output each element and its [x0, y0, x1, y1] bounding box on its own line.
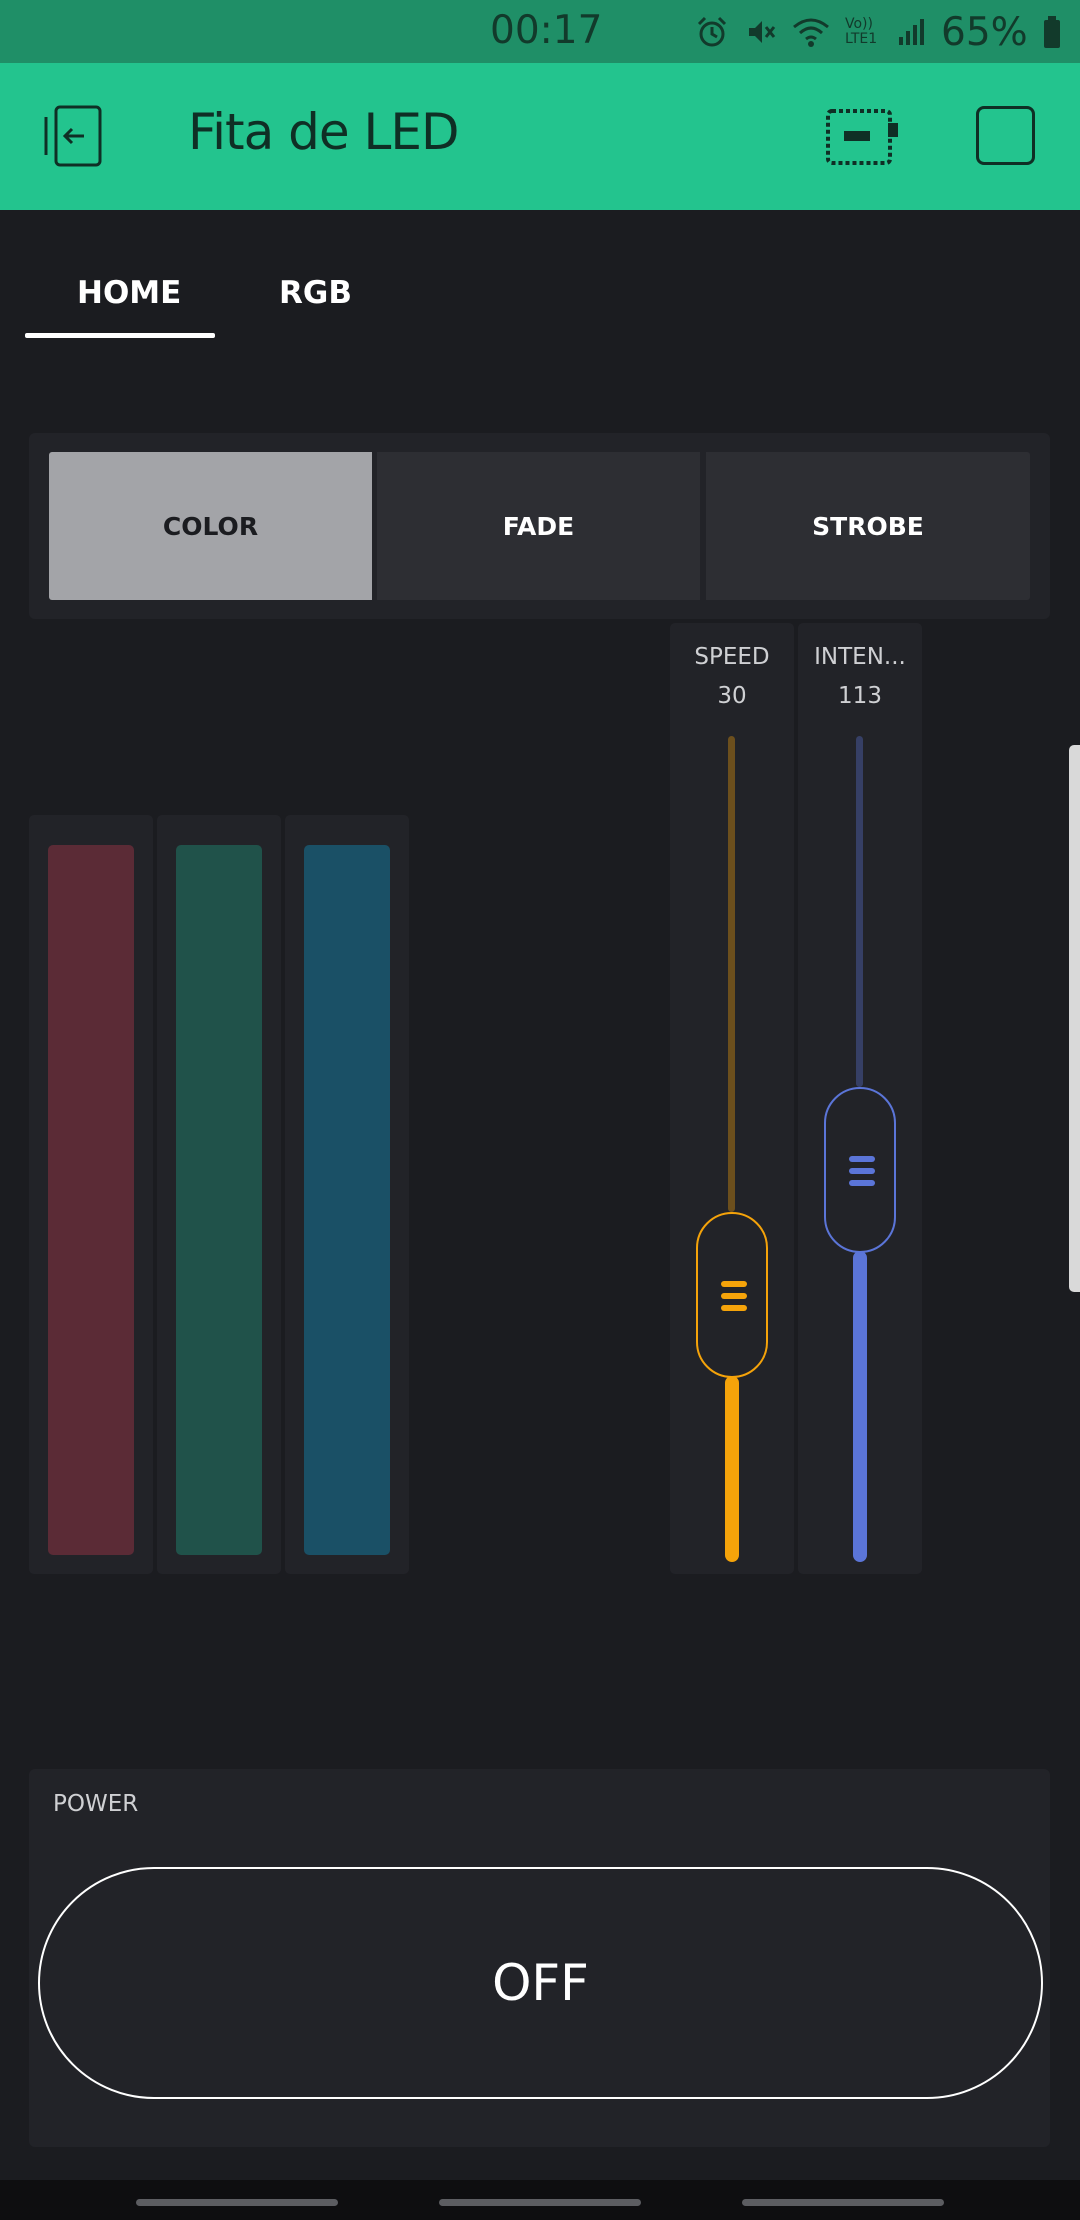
square-icon[interactable] — [976, 106, 1035, 165]
intensity-slider-fill — [853, 1250, 867, 1562]
network-label: Vo)) LTE1 — [845, 16, 878, 47]
mute-icon — [749, 21, 776, 43]
grip-line — [721, 1280, 747, 1287]
scrollbar[interactable] — [1069, 745, 1080, 1292]
nav-back-button[interactable] — [742, 2199, 944, 2206]
blue-bar-panel — [285, 815, 409, 1574]
back-exit-icon[interactable] — [40, 103, 106, 169]
status-bar: 00:17 Vo)) LTE1 65% — [0, 0, 1080, 63]
alarm-icon — [697, 16, 727, 47]
app-header: Fita de LED — [0, 63, 1080, 210]
green-level-bar[interactable] — [176, 845, 262, 1555]
intensity-slider-track[interactable] — [856, 736, 863, 1087]
nav-home-button[interactable] — [439, 2199, 641, 2206]
blue-level-bar[interactable] — [304, 845, 390, 1555]
tab-home[interactable]: HOME — [77, 275, 181, 311]
grip-line — [721, 1292, 747, 1299]
intensity-slider-thumb[interactable] — [824, 1086, 896, 1253]
page-title: Fita de LED — [188, 103, 459, 161]
battery-percent: 65% — [941, 9, 1028, 55]
grip-line — [849, 1167, 875, 1174]
battery-icon — [1043, 16, 1060, 48]
signal-icon — [899, 19, 924, 45]
speed-slider-track[interactable] — [728, 736, 735, 1212]
mode-fade-button[interactable]: FADE — [377, 452, 700, 600]
speed-slider-thumb[interactable] — [696, 1211, 768, 1378]
grip-line — [849, 1179, 875, 1186]
mode-selector: COLOR FADE STROBE — [29, 433, 1050, 619]
red-level-bar[interactable] — [48, 845, 134, 1555]
green-bar-panel — [157, 815, 281, 1574]
navigation-bar — [0, 2180, 1080, 2220]
speed-slider-label: SPEED — [694, 644, 770, 670]
status-time: 00:17 — [490, 8, 603, 53]
tab-selected-indicator — [25, 333, 215, 338]
mode-color-button[interactable]: COLOR — [49, 452, 372, 600]
speed-slider-fill — [725, 1375, 739, 1562]
grip-line — [721, 1304, 747, 1311]
speed-slider-panel: SPEED 30 — [670, 623, 794, 1574]
nav-recents-button[interactable] — [136, 2199, 338, 2206]
wifi-icon — [793, 18, 829, 47]
power-panel: POWER OFF — [29, 1769, 1050, 2147]
intensity-slider-panel: INTEN... 113 — [798, 623, 922, 1574]
tab-rgb[interactable]: RGB — [279, 275, 352, 311]
intensity-slider-value: 113 — [838, 683, 882, 709]
grip-line — [849, 1155, 875, 1162]
mode-strobe-button[interactable]: STROBE — [706, 452, 1030, 600]
status-icons: Vo)) LTE1 65% — [695, 8, 1062, 56]
device-icon[interactable] — [826, 109, 900, 165]
red-bar-panel — [29, 815, 153, 1574]
tab-bar: HOME RGB — [0, 210, 1080, 380]
power-toggle-button[interactable]: OFF — [38, 1867, 1043, 2099]
speed-slider-value: 30 — [717, 683, 747, 709]
intensity-slider-label: INTEN... — [814, 644, 906, 670]
power-label: POWER — [53, 1791, 139, 1817]
